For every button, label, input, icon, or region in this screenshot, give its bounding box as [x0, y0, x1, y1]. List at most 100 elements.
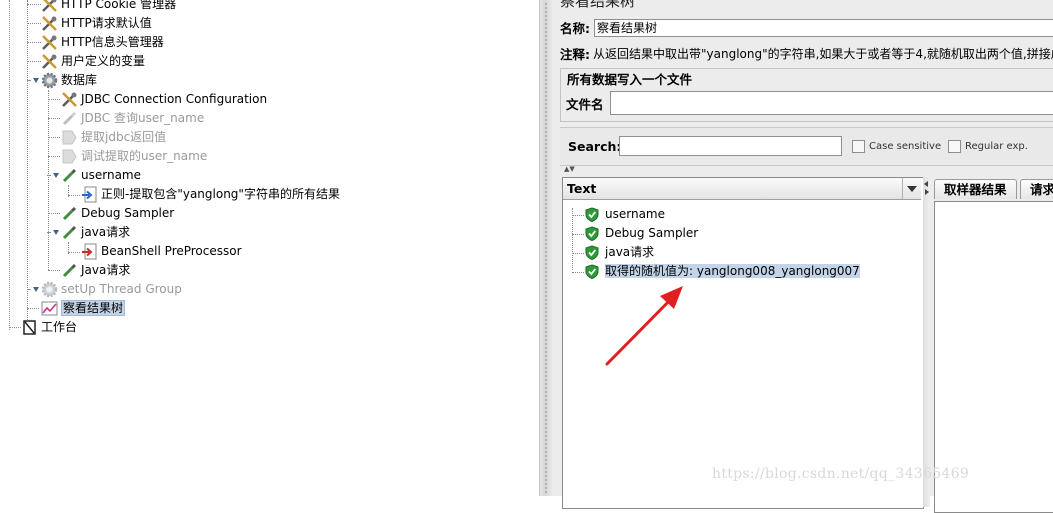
- chevron-down-icon[interactable]: [902, 178, 921, 199]
- regular-exp-checkbox[interactable]: [948, 140, 961, 153]
- wrench-screwdriver-icon: [42, 35, 57, 50]
- pipette-icon: [62, 206, 77, 221]
- preprocessor-icon: [82, 186, 97, 203]
- tab-request[interactable]: 请求: [1020, 179, 1053, 199]
- comment-field[interactable]: 从返回结果中取出带"yanglong"的字符串,如果大于或者等于4,就随机取出两…: [593, 45, 1053, 62]
- collapsed-toggle-icon[interactable]: [27, 287, 39, 294]
- tree-item-java-request[interactable]: java请求: [61, 223, 130, 242]
- workbench-icon: [23, 320, 36, 335]
- postprocessor-icon: [62, 130, 77, 145]
- comment-row: 注释: 从返回结果中取出带"yanglong"的字符串,如果大于或者等于4,就随…: [560, 44, 1053, 63]
- tree-item-setup-thread-group[interactable]: setUp Thread Group: [41, 280, 182, 299]
- result-label: 取得的随机值为: yanglong008_yanglong007: [605, 264, 860, 278]
- tree-item-beanshell-preprocessor[interactable]: BeanShell PreProcessor: [81, 242, 242, 261]
- tree-item-label: 察看结果树: [61, 300, 126, 316]
- tree-item-java-request-2[interactable]: Java请求: [61, 261, 130, 280]
- watermark: https://blog.csdn.net/qq_34365469: [712, 466, 970, 482]
- pipette-icon: [62, 111, 77, 126]
- tree-item-header-manager[interactable]: HTTP信息头管理器: [41, 33, 164, 52]
- name-row: 名称: 察看结果树: [560, 18, 1053, 37]
- success-shield-icon: [585, 226, 599, 241]
- result-row[interactable]: java请求: [585, 243, 654, 262]
- tree-item-label: Debug Sampler: [81, 206, 175, 220]
- regular-exp-option[interactable]: Regular exp.: [948, 139, 1028, 153]
- tree-item-cookie-manager[interactable]: HTTP Cookie 管理器: [41, 0, 176, 14]
- group-title: 所有数据写入一个文件: [567, 72, 693, 87]
- tree-item-label: HTTP Cookie 管理器: [61, 0, 177, 11]
- tree-item-label: Java请求: [81, 263, 131, 277]
- case-sensitive-option[interactable]: Case sensitive: [852, 139, 941, 153]
- result-label: java请求: [605, 245, 655, 259]
- tree-item-jdbc-config[interactable]: JDBC Connection Configuration: [61, 90, 267, 109]
- tree-item-label: 正则-提取包含"yanglong"字符串的所有结果: [101, 187, 340, 201]
- wrench-screwdriver-icon: [62, 92, 77, 107]
- pipette-icon: [62, 168, 77, 183]
- case-sensitive-checkbox[interactable]: [852, 140, 865, 153]
- filename-field[interactable]: [610, 91, 1053, 115]
- column-header-label: Text: [567, 181, 597, 196]
- tree-item-label: JDBC Connection Configuration: [81, 92, 268, 106]
- tree-item-label: HTTP信息头管理器: [61, 35, 164, 49]
- split-pane-divider[interactable]: [539, 0, 553, 496]
- regular-exp-label: Regular exp.: [965, 141, 1028, 152]
- tree-item-label: 调试提取的user_name: [81, 149, 208, 163]
- case-sensitive-label: Case sensitive: [869, 141, 942, 152]
- tree-item-regex-extract[interactable]: 正则-提取包含"yanglong"字符串的所有结果: [81, 185, 340, 204]
- tree-item-extract-jdbc[interactable]: 提取jdbc返回值: [61, 128, 166, 147]
- result-label: Debug Sampler: [605, 226, 699, 240]
- tree-item-label: 工作台: [41, 320, 78, 334]
- tree-item-debug-username[interactable]: 调试提取的user_name: [61, 147, 207, 166]
- tree-item-jdbc-query[interactable]: JDBC 查询user_name: [61, 109, 204, 128]
- pipette-icon: [62, 263, 77, 278]
- pipette-icon: [62, 225, 77, 240]
- search-input[interactable]: [619, 136, 842, 156]
- tree-item-http-defaults[interactable]: HTTP请求默认值: [41, 14, 152, 33]
- tree-item-label: 用户定义的变量: [61, 54, 146, 68]
- tree-item-label: 提取jdbc返回值: [81, 130, 167, 144]
- tree-item-user-variables[interactable]: 用户定义的变量: [41, 52, 145, 71]
- tree-item-label: setUp Thread Group: [61, 282, 182, 296]
- postprocessor-icon: [62, 149, 77, 164]
- name-label: 名称:: [560, 21, 590, 36]
- result-label: username: [605, 207, 665, 221]
- success-shield-icon: [585, 264, 599, 279]
- wrench-screwdriver-icon: [42, 16, 57, 31]
- name-value: 察看结果树: [597, 20, 658, 35]
- success-shield-icon: [585, 207, 599, 222]
- wrench-screwdriver-icon: [42, 54, 57, 69]
- graph-icon: [41, 301, 58, 316]
- tree-item-label: 数据库: [61, 73, 98, 87]
- expand-toggle-icon[interactable]: [47, 173, 59, 180]
- tree-item-label: java请求: [81, 225, 131, 239]
- collapse-right-icon[interactable]: [925, 189, 929, 195]
- tree-item-workbench[interactable]: 工作台: [21, 318, 77, 337]
- result-row[interactable]: Debug Sampler: [585, 224, 698, 243]
- preprocessor-icon: [82, 243, 97, 260]
- result-row[interactable]: username: [585, 205, 665, 224]
- tree-item-label: JDBC 查询user_name: [81, 111, 205, 125]
- panel-title: 察看结果树: [560, 0, 636, 10]
- expand-toggle-icon[interactable]: [27, 78, 39, 85]
- expand-toggle-icon[interactable]: [47, 230, 59, 237]
- tree-item-debug-sampler[interactable]: Debug Sampler: [61, 204, 174, 223]
- tab-sampler-result[interactable]: 取样器结果: [934, 179, 1017, 199]
- results-split-divider[interactable]: [923, 177, 930, 507]
- search-label: Search:: [568, 139, 622, 154]
- tree-item-username[interactable]: username: [61, 166, 141, 185]
- collapse-arrows-icon[interactable]: ▲▼: [564, 166, 575, 173]
- filename-label: 文件名: [566, 97, 604, 112]
- name-field[interactable]: 察看结果树: [594, 18, 1053, 37]
- result-row-selected[interactable]: 取得的随机值为: yanglong008_yanglong007: [585, 262, 860, 281]
- gear-icon: [41, 281, 58, 298]
- test-plan-tree[interactable]: HTTP Cookie 管理器 HTTP请求默认值 HTTP信息头管理器 用户定…: [0, 0, 539, 496]
- view-results-tree-panel: 察看结果树 名称: 察看结果树 注释: 从返回结果中取出带"yanglong"的…: [552, 0, 1053, 513]
- gear-icon: [41, 72, 58, 89]
- collapse-left-icon[interactable]: [924, 181, 928, 187]
- results-column-header[interactable]: Text: [563, 178, 921, 200]
- tree-item-label: BeanShell PreProcessor: [101, 244, 242, 258]
- comment-label: 注释:: [560, 47, 590, 62]
- tree-item-database[interactable]: 数据库: [41, 71, 97, 90]
- results-tree[interactable]: Text username Debug Sampler java请求 取得的随机…: [562, 177, 924, 509]
- tree-item-view-results-tree[interactable]: 察看结果树: [41, 299, 126, 318]
- search-bar: Search: Case sensitive Regular exp.: [560, 127, 1053, 166]
